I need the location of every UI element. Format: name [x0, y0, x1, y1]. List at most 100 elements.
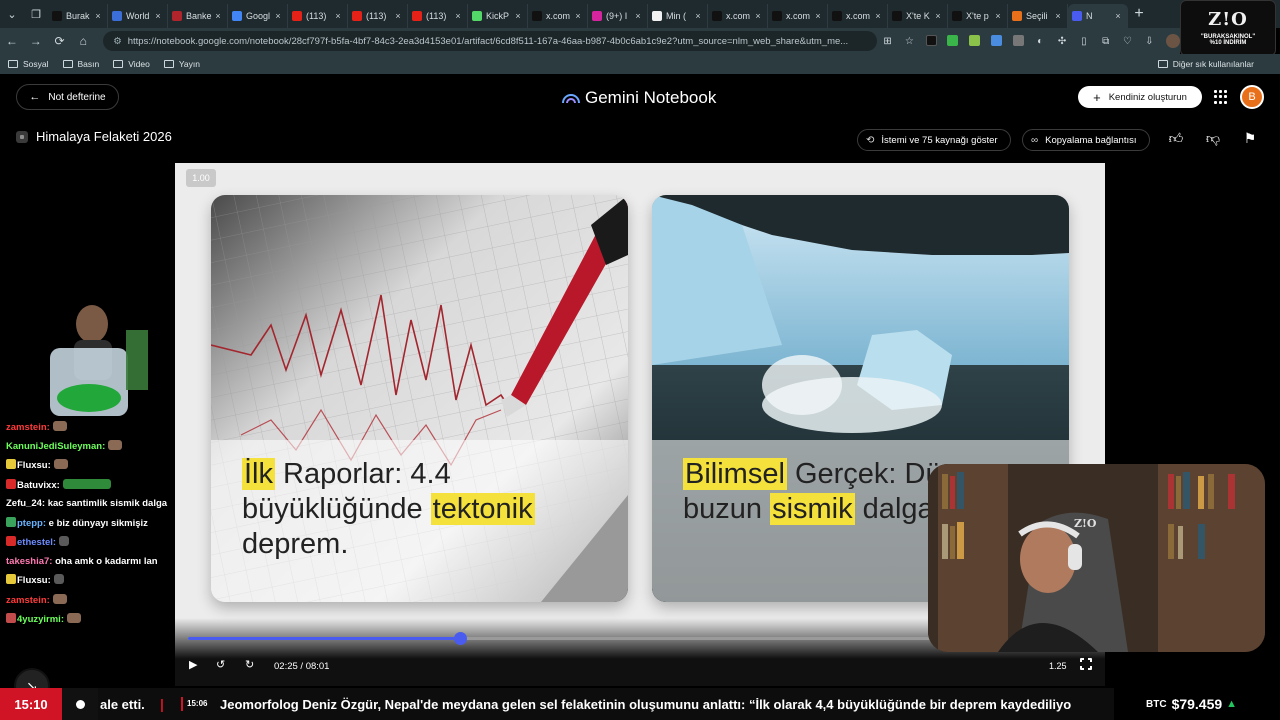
back-to-notebook-button[interactable]: ← Not defterine: [16, 84, 119, 110]
extension-3-icon[interactable]: [964, 35, 986, 47]
bookmark-folder[interactable]: Yayın: [163, 59, 200, 69]
create-your-own-button[interactable]: + Kendiniz oluşturun: [1078, 86, 1202, 108]
tab-close-icon[interactable]: ×: [693, 11, 703, 21]
browser-tab[interactable]: (9+) I ×: [588, 4, 648, 28]
tab-close-icon[interactable]: ×: [753, 11, 763, 21]
tab-close-icon[interactable]: ×: [873, 11, 883, 21]
extension-4-icon[interactable]: [986, 35, 1008, 47]
browser-tab[interactable]: (113) ×: [348, 4, 408, 28]
streamer-character-image: [50, 305, 148, 416]
browser-tab[interactable]: x.com ×: [828, 4, 888, 28]
tab-close-icon[interactable]: ×: [993, 11, 1003, 21]
tab-groups-icon[interactable]: ❐: [24, 3, 48, 25]
browser-tab[interactable]: X'te K ×: [888, 4, 948, 28]
webcam-image: [928, 464, 1265, 652]
tab-close-icon[interactable]: ×: [393, 11, 403, 21]
chat-emote-icon: [52, 593, 67, 604]
browser-tab[interactable]: (113) ×: [408, 4, 468, 28]
browser-tab[interactable]: Seçili ×: [1008, 4, 1068, 28]
tab-close-icon[interactable]: ×: [633, 11, 643, 21]
chat-username[interactable]: Batuvixx:: [17, 480, 60, 491]
tab-title: (113): [426, 11, 447, 21]
user-avatar[interactable]: B: [1240, 85, 1264, 109]
flag-icon[interactable]: ⚑: [1241, 130, 1259, 148]
playback-rate-button[interactable]: 1.25: [1049, 661, 1067, 671]
show-sources-button[interactable]: ⟲ İstemi ve 75 kaynağı göster: [857, 129, 1011, 151]
extension-2-icon[interactable]: [942, 35, 964, 47]
bookmark-folder[interactable]: Sosyal: [8, 59, 49, 69]
tab-close-icon[interactable]: ×: [153, 11, 163, 21]
forward-10-icon[interactable]: ↻: [245, 658, 254, 671]
side-panel-icon[interactable]: ▯: [1073, 36, 1095, 47]
tab-close-icon[interactable]: ×: [273, 11, 283, 21]
chat-username[interactable]: ethestel:: [17, 537, 56, 548]
chat-username[interactable]: Zefu_24:: [6, 498, 45, 509]
tab-close-icon[interactable]: ×: [333, 11, 343, 21]
browser-tab[interactable]: Banke ×: [168, 4, 228, 28]
tab-favicon-icon: [1012, 11, 1022, 21]
rewind-10-icon[interactable]: ↺: [216, 658, 225, 671]
apps-grid-icon[interactable]: [1214, 90, 1228, 104]
play-icon[interactable]: ▶: [189, 658, 197, 671]
home-icon[interactable]: ⌂: [71, 34, 95, 48]
browser-tab[interactable]: World ×: [108, 4, 168, 28]
install-app-icon[interactable]: ⊞: [877, 36, 899, 47]
browser-tab[interactable]: Burak ×: [48, 4, 108, 28]
chat-username[interactable]: 4yuzyirmi:: [17, 614, 64, 625]
tab-search-chevron-icon[interactable]: ⌄: [0, 3, 24, 25]
tab-close-icon[interactable]: ×: [513, 11, 523, 21]
downloads-icon[interactable]: ⇩: [1138, 36, 1160, 47]
bookmark-folder[interactable]: Basın: [62, 59, 99, 69]
reading-list-icon[interactable]: ⧉: [1095, 36, 1117, 47]
chat-username[interactable]: Fluxsu:: [17, 575, 51, 586]
heart-icon[interactable]: ♡: [1117, 36, 1139, 47]
browser-tab[interactable]: KickP ×: [468, 4, 528, 28]
bookmark-folder[interactable]: Video: [113, 59, 150, 69]
browser-tab[interactable]: N ×: [1068, 4, 1128, 28]
extension-1-icon[interactable]: [920, 35, 942, 47]
url-input[interactable]: ⚙ https://notebook.google.com/notebook/2…: [103, 31, 877, 51]
tab-close-icon[interactable]: ×: [93, 11, 103, 21]
tab-close-icon[interactable]: ×: [813, 11, 823, 21]
back-arrow-icon[interactable]: ←: [0, 34, 24, 48]
tab-title: Googl: [246, 11, 271, 21]
other-bookmarks[interactable]: Diğer sık kullanılanlar: [1157, 59, 1254, 69]
chat-username[interactable]: zamstein:: [6, 422, 50, 433]
tab-close-icon[interactable]: ×: [933, 11, 943, 21]
profile-avatar[interactable]: [1166, 34, 1181, 48]
extensions-puzzle-icon[interactable]: ✣: [1051, 36, 1073, 47]
copy-link-button[interactable]: ∞ Kopyalama bağlantısı: [1022, 129, 1150, 151]
reload-icon[interactable]: ⟳: [48, 34, 72, 48]
sponsor-banner: Z!O "BURAKSAKINOL" %10 İNDİRİM: [1180, 0, 1276, 56]
browser-tab[interactable]: x.com ×: [528, 4, 588, 28]
browser-tab[interactable]: x.com ×: [768, 4, 828, 28]
browser-tab[interactable]: Googl ×: [228, 4, 288, 28]
thumbs-up-icon[interactable]: 👍︎: [1167, 130, 1185, 148]
tab-close-icon[interactable]: ×: [573, 11, 583, 21]
thumbs-down-icon[interactable]: 👎︎: [1204, 130, 1222, 148]
extension-6-icon[interactable]: ◐: [1029, 36, 1051, 47]
chat-username[interactable]: KanuniJediSuleyman:: [6, 441, 105, 452]
tab-close-icon[interactable]: ×: [213, 11, 223, 21]
browser-tab[interactable]: (113) ×: [288, 4, 348, 28]
tab-close-icon[interactable]: ×: [1113, 11, 1123, 21]
seek-bar-progress: [188, 637, 460, 640]
tab-title: Seçili: [1026, 11, 1048, 21]
browser-tab[interactable]: Min (×: [648, 4, 708, 28]
extension-5-icon[interactable]: [1007, 35, 1029, 47]
chat-username[interactable]: takeshia7:: [6, 556, 52, 567]
webcam-chair-logo: Z!O: [1074, 517, 1097, 530]
forward-arrow-icon[interactable]: →: [24, 34, 48, 48]
bookmark-star-icon[interactable]: ☆: [898, 36, 920, 47]
new-tab-button[interactable]: +: [1128, 5, 1150, 23]
tab-close-icon[interactable]: ×: [1053, 11, 1063, 21]
fullscreen-icon[interactable]: [1079, 657, 1093, 671]
chat-username[interactable]: zamstein:: [6, 595, 50, 606]
chat-username[interactable]: Fluxsu:: [17, 460, 51, 471]
seek-thumb[interactable]: [453, 632, 467, 645]
browser-tab[interactable]: X'te p ×: [948, 4, 1008, 28]
tab-close-icon[interactable]: ×: [453, 11, 463, 21]
chat-username[interactable]: ptepp:: [17, 518, 46, 529]
site-info-icon[interactable]: ⚙: [113, 36, 122, 47]
browser-tab[interactable]: x.com ×: [708, 4, 768, 28]
